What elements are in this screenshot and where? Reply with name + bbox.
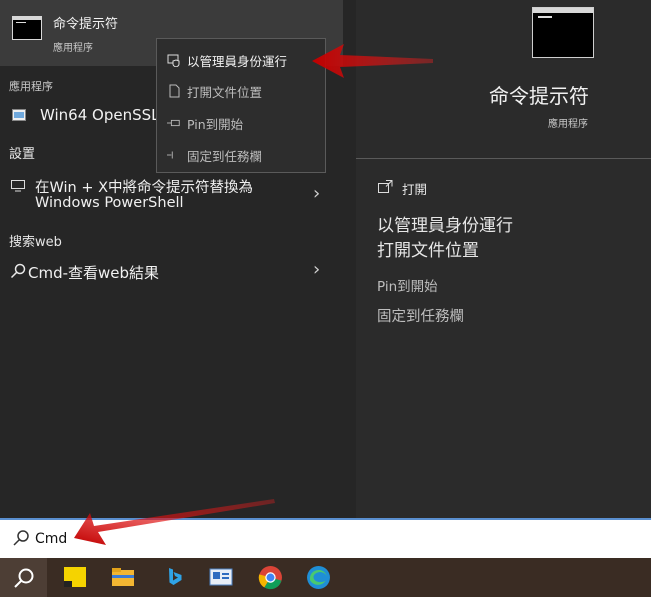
context-menu: 以管理員身份運行 打開文件位置 Pin到開始 固定到任務欄	[156, 38, 326, 173]
top-result-title: 命令提示符	[53, 17, 119, 32]
menu-item-label: 以管理員身份運行	[187, 53, 288, 69]
web-result-item[interactable]: Cmd-查看web結果 ›	[0, 258, 343, 286]
pin-taskbar-icon	[167, 148, 181, 162]
action-pin-taskbar[interactable]: 固定到任務欄	[377, 305, 464, 326]
chevron-right-icon: ›	[313, 259, 321, 280]
menu-item-pin-taskbar[interactable]: 固定到任務欄	[167, 143, 262, 167]
action-open[interactable]: 打開	[378, 178, 528, 198]
apps-section-header: 應用程序	[9, 80, 53, 93]
search-icon	[14, 568, 34, 588]
bing-icon[interactable]	[162, 566, 186, 588]
search-icon	[10, 263, 26, 279]
menu-item-run-as-admin[interactable]: 以管理員身份運行	[167, 48, 287, 72]
sticky-notes-icon[interactable]	[63, 566, 87, 588]
action-open-label: 打開	[402, 182, 428, 197]
taskbar	[0, 558, 651, 597]
app-item-label: Win64 OpenSSL C	[40, 106, 175, 124]
web-section-header: 搜索web	[9, 235, 62, 250]
top-result-subtitle: 應用程序	[53, 43, 93, 54]
menu-item-pin-start[interactable]: Pin到開始	[167, 111, 243, 135]
edge-icon[interactable]	[306, 565, 331, 590]
open-icon	[378, 180, 393, 193]
command-prompt-large-icon	[532, 7, 594, 58]
app-icon	[12, 109, 26, 121]
search-input[interactable]: Cmd	[35, 531, 67, 547]
file-explorer-icon[interactable]	[111, 566, 135, 588]
shield-icon	[167, 53, 181, 67]
arrow-annotation	[74, 499, 275, 545]
web-result-label: Cmd-查看web結果	[28, 264, 160, 282]
command-prompt-icon	[12, 16, 42, 40]
preview-title: 命令提示符	[489, 84, 589, 108]
menu-item-label: Pin到開始	[187, 116, 244, 132]
preview-subtitle: 應用程序	[548, 119, 588, 130]
app-item-openssl[interactable]: Win64 OpenSSL C	[0, 100, 175, 130]
divider	[356, 158, 651, 159]
display-icon	[11, 180, 25, 192]
action-run-as-admin[interactable]: 以管理員身份運行	[377, 211, 513, 236]
settings-item-line1: 在Win + X中將命令提示符替換為	[35, 180, 254, 196]
menu-item-open-location[interactable]: 打開文件位置	[167, 79, 262, 103]
search-taskbar-button[interactable]	[0, 558, 47, 597]
settings-item-line2: Windows PowerShell	[35, 195, 184, 211]
action-open-location[interactable]: 打開文件位置	[377, 236, 479, 261]
chrome-icon[interactable]	[258, 565, 283, 590]
menu-item-label: 固定到任務欄	[187, 148, 263, 164]
file-icon	[167, 84, 181, 98]
settings-item-powershell[interactable]: 在Win + X中將命令提示符替換為 Windows PowerShell ›	[0, 174, 343, 218]
arrow-annotation	[312, 44, 433, 78]
settings-section-header: 設置	[9, 147, 36, 162]
news-app-icon[interactable]	[209, 566, 233, 588]
search-icon	[13, 530, 29, 546]
action-pin-start[interactable]: Pin到開始	[377, 275, 438, 295]
pin-icon	[167, 116, 181, 130]
chevron-right-icon: ›	[313, 183, 321, 204]
menu-item-label: 打開文件位置	[187, 84, 263, 100]
